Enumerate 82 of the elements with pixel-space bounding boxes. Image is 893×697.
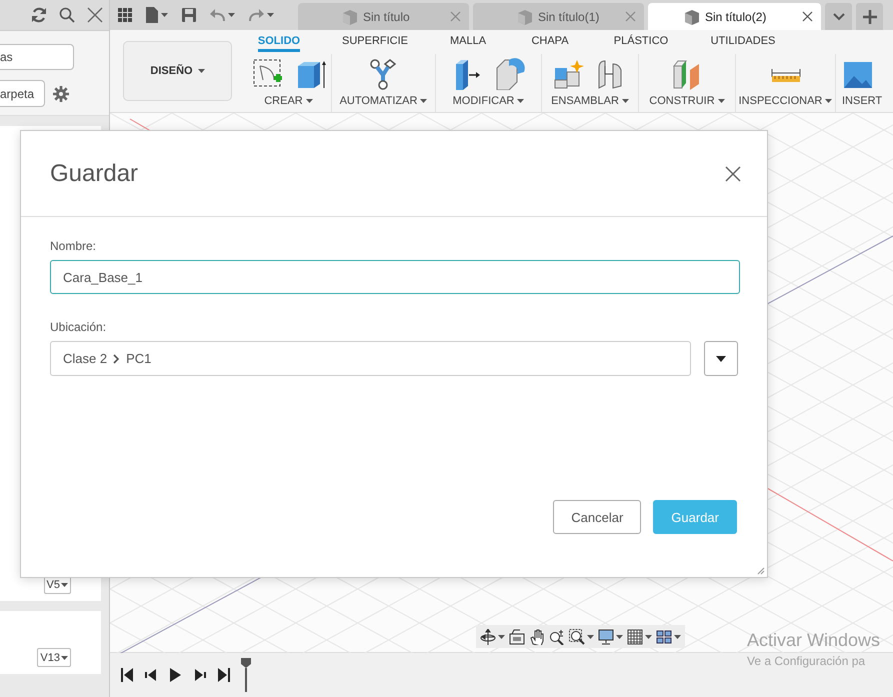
ribbon-tab[interactable]: SUPERFICIE — [342, 32, 408, 52]
refresh-icon[interactable] — [31, 7, 47, 23]
ribbon-group-menu[interactable]: MODIFICAR — [452, 95, 524, 107]
save-icon[interactable] — [182, 8, 196, 22]
apps-grid-icon[interactable] — [118, 8, 132, 22]
new-tab-button[interactable] — [856, 3, 883, 30]
zoom-icon[interactable] — [549, 628, 565, 644]
skip-to-end-icon[interactable] — [217, 668, 230, 682]
ribbon-tab[interactable]: PLÁSTICO — [614, 32, 668, 52]
play-icon[interactable] — [169, 668, 182, 682]
caret-icon — [61, 656, 68, 660]
caret-icon — [716, 356, 726, 362]
step-forward-icon[interactable] — [193, 668, 206, 682]
caret-icon — [622, 99, 629, 103]
caret-icon — [616, 634, 623, 638]
zoom-window-icon[interactable] — [569, 628, 585, 644]
cube-icon — [684, 8, 700, 24]
viewports-icon[interactable] — [656, 628, 672, 644]
cube-icon — [517, 8, 533, 24]
caret-icon — [718, 99, 725, 103]
document-tab[interactable]: Sin título(1) — [473, 3, 644, 30]
caret-icon — [645, 634, 652, 638]
look-at-icon[interactable] — [509, 628, 525, 644]
folder-button[interactable]: arpeta — [0, 80, 45, 107]
location-field[interactable]: Clase 2 PC1 — [50, 341, 691, 376]
close-icon — [725, 166, 741, 182]
close-icon[interactable] — [802, 11, 813, 22]
skip-to-start-icon[interactable] — [121, 668, 134, 682]
close-button[interactable] — [725, 166, 741, 182]
field-label: Ubicación: — [50, 320, 108, 334]
ribbon-tab[interactable]: MALLA — [450, 32, 486, 52]
ribbon-group-menu[interactable]: INSPECCIONAR — [738, 95, 832, 107]
document-tab[interactable]: Sin título — [298, 3, 469, 30]
fillet-icon[interactable] — [494, 58, 526, 90]
caret-icon — [61, 582, 68, 586]
location-dropdown-button[interactable] — [704, 341, 738, 376]
cancel-button[interactable]: Cancelar — [553, 500, 642, 534]
field-label: Nombre: — [50, 239, 98, 253]
new-component-icon[interactable] — [553, 58, 585, 90]
grid-settings-icon[interactable] — [627, 628, 643, 644]
chevron-down-icon — [832, 12, 844, 20]
orbit-icon[interactable] — [480, 628, 496, 644]
close-icon[interactable] — [87, 7, 103, 23]
step-back-icon[interactable] — [145, 668, 158, 682]
caret-icon — [420, 99, 428, 103]
caret-icon — [517, 99, 524, 103]
search-field[interactable]: as — [0, 44, 74, 70]
ribbon-group-menu[interactable]: ENSAMBLAR — [551, 95, 629, 107]
caret-icon — [228, 13, 235, 17]
tab-list-button[interactable] — [825, 3, 852, 30]
caret-icon — [498, 634, 505, 638]
caret-icon — [825, 99, 832, 103]
ribbon-tab[interactable]: CHAPA — [531, 32, 569, 52]
ribbon-group-menu[interactable]: INSERT — [842, 95, 882, 107]
file-icon[interactable] — [146, 7, 158, 23]
activation-notice-text: Ve a Configuración pa — [747, 654, 866, 668]
search-icon[interactable] — [59, 7, 75, 23]
caret-icon — [587, 634, 594, 638]
document-tab[interactable]: Sin título(2) — [648, 3, 821, 30]
activation-notice-title: Activar Windows — [747, 630, 880, 651]
version-dropdown[interactable]: V13 — [37, 648, 71, 667]
workspace-button[interactable]: DISEÑO — [123, 41, 232, 101]
timeline-marker-icon[interactable] — [241, 658, 251, 692]
display-settings-icon[interactable] — [598, 628, 614, 644]
resize-grip-icon[interactable] — [756, 566, 765, 575]
plus-icon — [862, 10, 876, 24]
ribbon-group-menu[interactable]: CREAR — [264, 95, 313, 107]
file-card[interactable]: V13 — [0, 611, 101, 674]
gear-icon[interactable] — [53, 86, 69, 102]
caret-icon — [674, 634, 681, 638]
cube-icon — [342, 8, 358, 24]
ribbon-tab[interactable]: UTILIDADES — [710, 32, 776, 52]
caret-icon — [198, 69, 205, 73]
caret-icon — [306, 99, 313, 103]
caret-icon — [267, 13, 274, 17]
name-field[interactable]: Cara_Base_1 — [50, 260, 740, 294]
caret-icon — [161, 13, 168, 17]
pan-hand-icon[interactable] — [529, 628, 545, 644]
ribbon-group-menu[interactable]: AUTOMATIZAR — [340, 95, 428, 107]
dialog-title: Guardar — [50, 160, 138, 188]
chevron-right-icon — [113, 354, 120, 364]
ribbon-group-menu[interactable]: CONSTRUIR — [649, 95, 725, 107]
